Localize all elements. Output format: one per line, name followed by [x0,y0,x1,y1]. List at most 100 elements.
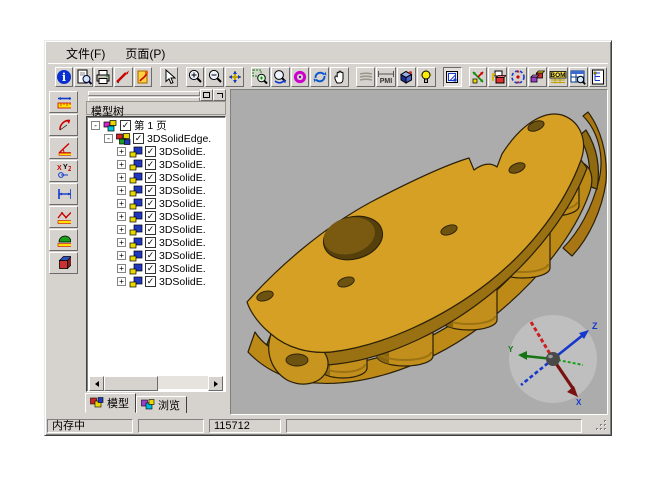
replace-part-button[interactable] [488,67,507,87]
tree-item[interactable]: +✓3DSolidE. [89,236,223,249]
tree-expand-toggle[interactable]: + [117,186,126,195]
tree-checkbox[interactable]: ✓ [120,120,131,131]
zoom-window-icon [252,69,268,85]
menu-page[interactable]: 页面(P) [119,44,171,63]
pmi-icon: PMI [377,69,395,85]
tree-item[interactable]: +✓3DSolidE. [89,262,223,275]
tree-checkbox[interactable]: ✓ [145,224,156,235]
pmi-button[interactable]: PMI [376,67,396,87]
tree-item[interactable]: +✓3DSolidE. [89,210,223,223]
radius-icon [56,117,71,133]
tree-expand-toggle[interactable]: + [117,147,126,156]
tree-checkbox[interactable]: ✓ [145,185,156,196]
tree-checkbox[interactable]: ✓ [145,237,156,248]
lighting-button[interactable] [417,67,436,87]
tree-expand-toggle[interactable]: + [117,225,126,234]
tree-expand-toggle[interactable]: + [117,199,126,208]
tree-expand-toggle[interactable]: + [117,160,126,169]
tree-expand-toggle[interactable]: + [117,251,126,260]
tree-expand-toggle[interactable]: + [117,173,126,182]
tree-checkbox[interactable]: ✓ [145,276,156,287]
tree-item[interactable]: +✓3DSolidE. [89,275,223,288]
notebook-button[interactable] [443,67,462,87]
viewport-3d[interactable]: Z X Y [230,89,608,415]
tab-browse[interactable]: 浏览 [136,396,187,413]
markup-pen-button[interactable] [114,67,133,87]
tree-expand-toggle[interactable]: + [117,212,126,221]
tree-expand-toggle[interactable]: - [91,121,100,130]
panel-hide-button[interactable] [213,89,226,101]
tree-item[interactable]: +✓3DSolidE. [89,197,223,210]
scroll-left-button[interactable] [89,376,104,391]
measure-polyline-button[interactable] [49,206,78,228]
measure-distance-button[interactable] [49,183,78,205]
tree-hscrollbar[interactable] [89,376,223,389]
measure-arc-button[interactable] [49,229,78,251]
tree-checkbox[interactable]: ✓ [145,172,156,183]
page-icon [103,120,118,132]
measure-angle-button[interactable] [49,137,78,159]
svg-text:Z: Z [68,166,71,173]
panel-restore-button[interactable] [200,89,213,101]
view-cube-button[interactable] [397,67,416,87]
layers-button[interactable] [356,67,375,87]
zoom-out-button[interactable] [205,67,224,87]
rotate-target-button[interactable] [291,67,310,87]
select-button[interactable] [160,67,179,87]
tree-expand-toggle[interactable]: - [104,134,113,143]
orientation-trackball[interactable]: Z X Y [503,312,603,407]
zoom-orbit-button[interactable] [271,67,290,87]
parts-list-button[interactable] [569,67,588,87]
tree-item[interactable]: +✓3DSolidE. [89,184,223,197]
status-bytes: 115712 Bytes [209,419,281,433]
zoom-in-button[interactable] [186,67,205,87]
print-button[interactable] [94,67,113,87]
bom-button[interactable]: BOM [548,67,568,87]
tree-item[interactable]: +✓3DSolidE. [89,223,223,236]
tree-expand-toggle[interactable]: + [117,238,126,247]
layers-icon [358,69,374,85]
tree-checkbox[interactable]: ✓ [133,133,144,144]
toolbar-separator [350,67,356,87]
pan-hand-button[interactable] [330,67,349,87]
tree-checkbox[interactable]: ✓ [145,159,156,170]
menu-file[interactable]: 文件(F) [60,44,111,63]
tree-expand-toggle[interactable]: + [117,277,126,286]
scroll-thumb[interactable] [104,376,158,391]
tree-item[interactable]: -✓3DSolidEdge. [89,132,223,145]
section-box-button[interactable] [528,67,547,87]
tree-checkbox[interactable]: ✓ [145,263,156,274]
panel-gripper[interactable] [86,89,226,100]
rotate-parts-button[interactable] [508,67,527,87]
info-button[interactable]: i [55,67,74,87]
measure-radius-button[interactable] [49,114,78,136]
open-preview-button[interactable] [74,67,93,87]
resize-grip[interactable] [596,420,608,432]
markup-file-icon [135,69,151,85]
tree-checkbox[interactable]: ✓ [145,198,156,209]
panel-title: 模型树 [86,101,226,115]
tree-item[interactable]: -✓第 1 页 [89,119,223,132]
tree-expand-toggle[interactable]: + [117,264,126,273]
move-button[interactable] [225,67,244,87]
toolbar-separator [153,67,159,87]
tab-model[interactable]: 模型 [85,393,136,413]
tree-item[interactable]: +✓3DSolidE. [89,145,223,158]
tree-checkbox[interactable]: ✓ [145,211,156,222]
measure-coordinate-button[interactable]: XYZ [49,160,78,182]
scroll-right-button[interactable] [208,376,223,391]
structure-tree-button[interactable] [589,67,608,87]
measure-volume-button[interactable] [49,252,78,274]
measure-length-button[interactable] [49,91,78,113]
tree-item[interactable]: +✓3DSolidE. [89,249,223,262]
markup-save-button[interactable] [134,67,153,87]
tree-checkbox[interactable]: ✓ [145,250,156,261]
zoom-window-button[interactable] [251,67,270,87]
tree-checkbox[interactable]: ✓ [145,146,156,157]
explode-button[interactable] [469,67,488,87]
tab-browse-label: 浏览 [158,397,180,413]
printer-icon [95,69,111,85]
tree-item[interactable]: +✓3DSolidE. [89,171,223,184]
refresh-button[interactable] [310,67,329,87]
tree-item[interactable]: +✓3DSolidE. [89,158,223,171]
